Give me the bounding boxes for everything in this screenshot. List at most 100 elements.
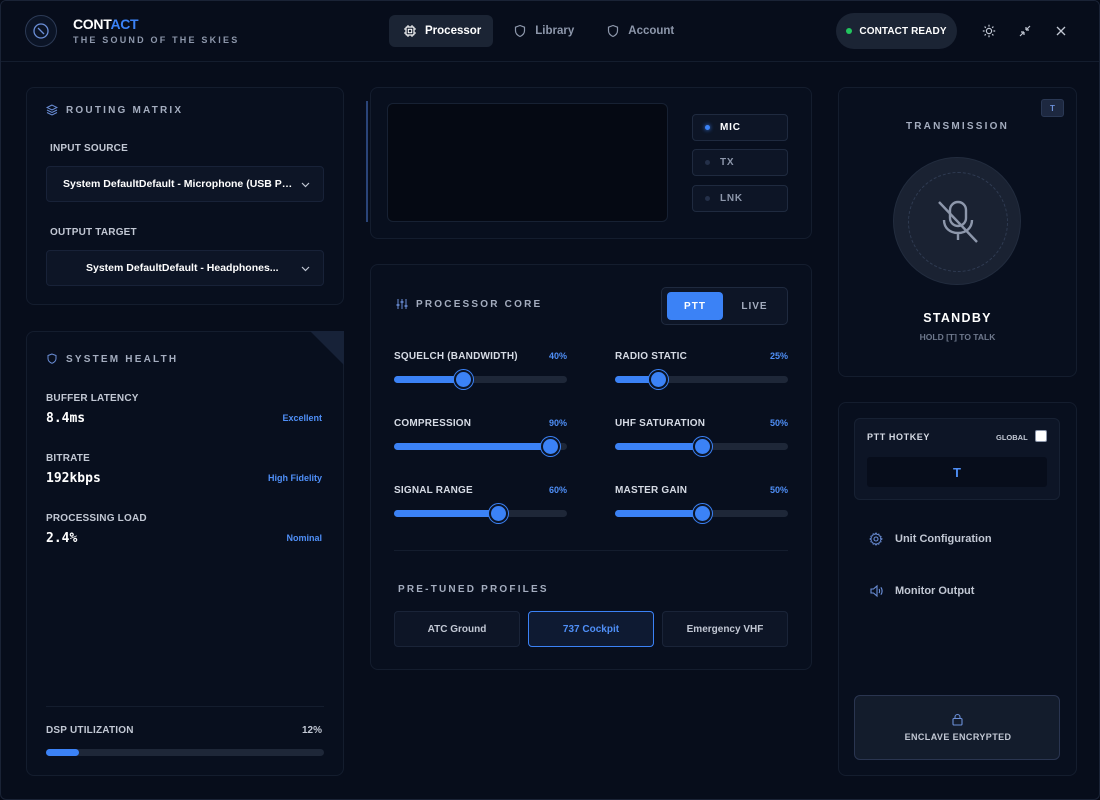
brand-subtitle: THE SOUND OF THE SKIES [73,35,240,45]
slider-value: 25% [769,351,788,361]
input-source-value: System DefaultDefault - Microphone (USB … [63,178,293,190]
slider-fill [394,510,498,517]
unit-configuration-item[interactable]: Unit Configuration [869,529,992,549]
close-button[interactable] [1050,20,1072,42]
profile-atc-ground-button[interactable]: ATC Ground [394,611,520,647]
tab-account-label: Account [628,25,675,37]
push-to-talk-button[interactable] [893,157,1021,285]
monitor-output-label: Monitor Output [895,585,975,597]
metric-tag: High Fidelity [268,473,322,483]
layers-icon [46,104,58,116]
slider-label: MASTER GAIN [615,485,688,496]
visualizer-accent-bar [366,101,368,222]
ptt-hotkey-title: PTT HOTKEY [867,432,931,442]
routing-matrix-title: ROUTING MATRIX [46,104,183,116]
main-nav: Processor Library Account [389,15,686,47]
indicator-label: LNK [720,193,743,204]
tab-library-label: Library [535,25,575,37]
pre-tuned-profiles-title: PRE-TUNED PROFILES [398,584,549,595]
metric-value: 2.4% [46,531,78,546]
uhf-saturation-slider[interactable] [615,437,788,456]
metric-label: BITRATE [46,453,90,464]
tab-library[interactable]: Library [499,15,586,47]
signal-range-slider[interactable] [394,504,567,523]
metric-label: PROCESSING LOAD [46,513,147,524]
metric-value: 8.4ms [46,411,86,426]
dsp-utilization-fill [46,749,80,756]
enclave-encrypted-button[interactable]: ENCLAVE ENCRYPTED [854,695,1060,760]
hotkey-badge: T [1041,99,1064,117]
transmission-hint: HOLD [T] TO TALK [919,332,996,342]
dsp-utilization-bar [46,749,324,756]
minimize-button[interactable] [1014,20,1036,42]
global-label: GLOBAL [996,433,1028,442]
radio-static-slider[interactable] [615,370,788,389]
theme-toggle-button[interactable] [978,20,1000,42]
metric-tag: Nominal [286,533,322,543]
divider [394,550,788,551]
compression-slider[interactable] [394,437,567,456]
transmission-state: STANDBY [923,311,992,325]
divider [46,706,324,707]
routing-matrix-title-text: ROUTING MATRIX [66,104,184,116]
shield-icon [515,24,526,38]
shield-icon [47,353,57,364]
slider-value: 60% [548,485,567,495]
input-source-label: INPUT SOURCE [50,143,128,154]
dsp-utilization-label: DSP UTILIZATION [46,725,134,736]
output-target-select[interactable]: System DefaultDefault - Headphones... [46,250,324,286]
monitor-output-item[interactable]: Monitor Output [869,581,974,601]
gear-icon [869,532,883,546]
slider-thumb[interactable] [540,437,560,456]
indicator-label: MIC [720,122,741,133]
slider-fill [615,443,702,450]
mode-live-button[interactable]: LIVE [725,292,784,320]
compass-logo-icon [33,23,49,39]
metric-tag: Excellent [282,413,322,423]
profile-737-cockpit-button[interactable]: 737 Cockpit [528,611,654,647]
output-target-value: System DefaultDefault - Headphones... [86,262,279,274]
input-source-select[interactable]: System DefaultDefault - Microphone (USB … [46,166,324,202]
squelch-slider[interactable] [394,370,567,389]
title-bar: CONTACT THE SOUND OF THE SKIES Processor… [1,1,1099,62]
system-health-title-text: SYSTEM HEALTH [66,353,179,365]
close-icon [1056,26,1066,36]
mic-off-icon [938,200,978,243]
slider-thumb[interactable] [692,504,712,523]
chevron-down-icon [301,182,310,188]
system-health-title: SYSTEM HEALTH [46,353,178,365]
tab-processor-label: Processor [425,25,482,37]
app-window: CONTACT THE SOUND OF THE SKIES Processor… [0,0,1100,800]
chevron-down-icon [301,266,310,272]
tab-processor[interactable]: Processor [389,15,494,47]
sliders-icon [396,299,408,309]
hotkey-key-field[interactable]: T [867,457,1047,487]
profile-emergency-vhf-button[interactable]: Emergency VHF [662,611,788,647]
indicator-dot [705,196,710,201]
slider-label: UHF SATURATION [615,418,706,429]
shield-icon [608,24,619,38]
lock-icon [952,713,963,726]
global-checkbox[interactable] [1035,430,1047,442]
mode-ptt-button[interactable]: PTT [667,292,723,320]
indicator-dot [705,160,710,165]
status-label: CONTACT READY [859,25,947,37]
sun-icon [982,24,996,38]
status-badge: CONTACT READY [836,13,957,49]
slider-label: RADIO STATIC [615,351,688,362]
metric-label: BUFFER LATENCY [46,393,139,404]
indicator-lnk: LNK [692,185,788,212]
processor-core-title-text: PROCESSOR CORE [416,298,543,310]
slider-thumb[interactable] [488,504,508,523]
chip-icon [404,25,416,37]
transmission-title: TRANSMISSION [905,121,1010,132]
slider-thumb[interactable] [692,437,712,456]
tab-account[interactable]: Account [592,15,686,47]
corner-decoration [310,331,344,365]
master-gain-slider[interactable] [615,504,788,523]
slider-fill [615,510,702,517]
slider-fill [394,376,464,383]
logo-badge [25,15,57,47]
indicator-label: TX [720,157,735,168]
slider-value: 40% [548,351,567,361]
